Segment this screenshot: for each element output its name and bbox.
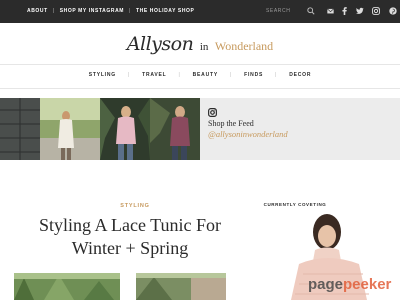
search-input[interactable]: SEARCH xyxy=(266,7,316,16)
nav-item-decor[interactable]: DECOR xyxy=(289,72,311,78)
feed-photo-3[interactable] xyxy=(100,98,150,160)
post-title-line-2: Winter + Spring xyxy=(71,238,189,258)
separator: | xyxy=(275,72,278,78)
site-logo[interactable]: Allyson in Wonderland xyxy=(0,33,400,55)
watermark-part-1: page xyxy=(308,276,344,293)
watermark-logo: pagepeeker xyxy=(308,276,391,293)
nav-item-styling[interactable]: STYLING xyxy=(89,72,116,78)
post-category[interactable]: STYLING xyxy=(110,203,160,209)
feed-photo-4[interactable] xyxy=(150,98,200,160)
divider xyxy=(0,88,400,89)
main-nav: STYLING | TRAVEL | BEAUTY | FINDS | DECOR xyxy=(0,72,400,78)
watermark-part-2: peeker xyxy=(343,276,392,293)
logo-wonderland: Wonderland xyxy=(214,39,274,53)
nav-item-beauty[interactable]: BEAUTY xyxy=(193,72,218,78)
instagram-icon[interactable] xyxy=(372,7,381,15)
divider xyxy=(0,64,400,65)
social-icons xyxy=(327,7,400,17)
nav-item-finds[interactable]: FINDS xyxy=(244,72,263,78)
top-nav-about[interactable]: ABOUT xyxy=(27,8,48,14)
top-bar: ABOUT | SHOP MY INSTAGRAM | THE HOLIDAY SHOP… xyxy=(0,0,400,23)
top-nav-holiday-shop[interactable]: THE HOLIDAY SHOP xyxy=(136,8,195,14)
search-placeholder: SEARCH xyxy=(266,8,291,14)
post-title-line-1: Styling A Lace Tunic For xyxy=(38,215,222,235)
twitter-icon[interactable] xyxy=(355,7,364,15)
post-title[interactable]: Styling A Lace Tunic For Winter + Spring xyxy=(20,214,240,260)
post-image-1[interactable] xyxy=(14,273,120,300)
feed-handle[interactable]: @allysoninwonderland xyxy=(208,129,288,139)
separator: | xyxy=(127,72,131,78)
feed-photo-1[interactable] xyxy=(0,98,40,160)
shop-the-feed-panel[interactable]: Shop the Feed @allysoninwonderland xyxy=(200,98,400,160)
logo-in: in xyxy=(199,41,209,53)
post-image-2[interactable] xyxy=(136,273,226,300)
separator: | xyxy=(178,72,181,78)
mail-icon[interactable] xyxy=(327,7,334,15)
instagram-strip: Shop the Feed @allysoninwonderland xyxy=(0,98,400,160)
facebook-icon[interactable] xyxy=(342,7,348,15)
search-icon[interactable] xyxy=(307,7,315,15)
separator: | xyxy=(52,8,55,14)
nav-item-travel[interactable]: TRAVEL xyxy=(142,72,166,78)
top-nav: ABOUT | SHOP MY INSTAGRAM | THE HOLIDAY SHOP xyxy=(27,8,194,14)
sidebar-heading: CURRENTLY COVETING xyxy=(263,202,327,207)
separator: | xyxy=(230,72,233,78)
logo-script: Allyson xyxy=(126,33,194,55)
top-nav-shop-instagram[interactable]: SHOP MY INSTAGRAM xyxy=(60,8,124,14)
pinterest-icon[interactable] xyxy=(389,7,397,15)
feed-title: Shop the Feed xyxy=(208,119,254,128)
separator: | xyxy=(129,8,131,14)
instagram-icon xyxy=(208,108,217,117)
feed-photo-2[interactable] xyxy=(40,98,100,160)
